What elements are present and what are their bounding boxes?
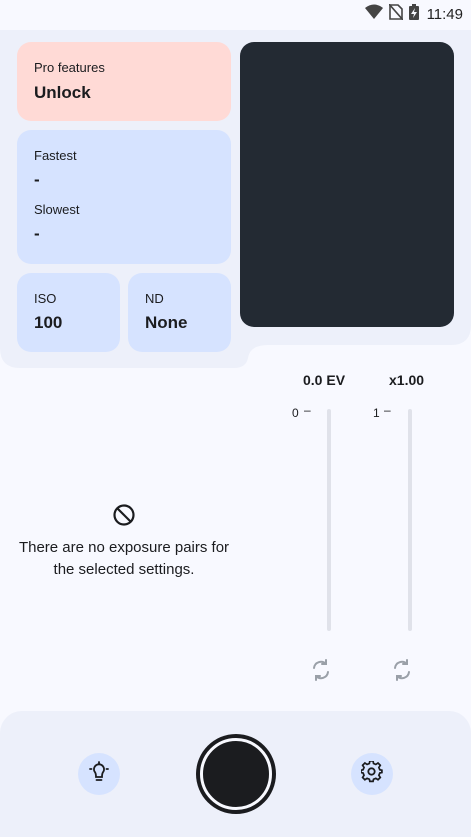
fastest-label: Fastest [34,148,77,163]
zoom-slider-tick-mark: – [384,403,391,417]
nd-card[interactable]: ND None [128,273,231,352]
ev-reset-icon[interactable] [309,658,333,682]
zoom-slider-value: x1.00 [389,372,425,388]
battery-charging-icon [408,4,419,25]
light-bulb-icon [88,760,110,788]
light-meter-button[interactable] [78,753,120,795]
slowest-value: - [34,224,40,243]
shutter-button[interactable] [196,734,276,814]
pro-features-label: Pro features [34,60,105,75]
camera-preview[interactable] [240,42,454,327]
ev-slider-track[interactable] [327,409,331,631]
ev-slider-tick: 0 [292,406,299,420]
zoom-slider-tick: 1 [373,406,380,420]
no-sim-icon [387,3,404,25]
fastest-value: - [34,170,40,189]
shutter-speed-card[interactable]: Fastest - Slowest - [17,130,231,264]
nd-value: None [145,313,188,332]
empty-state-message: There are no exposure pairs for the sele… [0,537,248,581]
empty-state-line1: There are no exposure pairs for [18,539,230,556]
iso-label: ISO [34,291,57,306]
empty-state-line2: the selected settings. [53,561,195,578]
zoom-reset-icon[interactable] [390,658,414,682]
zoom-slider-track[interactable] [408,409,412,631]
settings-gear-icon [360,759,383,788]
pro-features-card[interactable]: Pro features Unlock [17,42,231,121]
shutter-ring [200,738,272,810]
ev-slider-tick-mark: – [304,403,311,417]
slowest-label: Slowest [34,202,80,217]
settings-button[interactable] [351,753,393,795]
ev-slider-value: 0.0 EV [303,372,346,388]
unlock-button-text: Unlock [34,83,91,102]
status-bar: 11:49 [0,0,471,28]
nd-label: ND [145,291,164,306]
iso-value: 100 [34,313,63,332]
block-icon [112,503,136,527]
iso-card[interactable]: ISO 100 [17,273,120,352]
wifi-icon [364,4,383,25]
status-time: 11:49 [426,6,463,23]
